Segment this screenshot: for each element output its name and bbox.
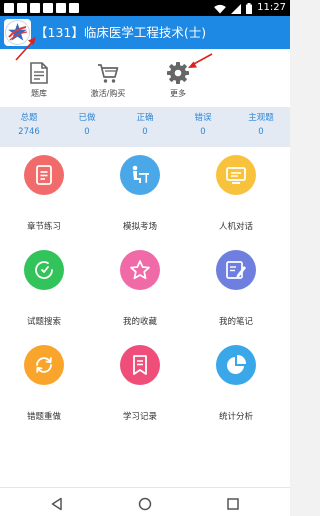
- app-logo-icon: [4, 19, 31, 46]
- mock-exam-button[interactable]: 模拟考场: [96, 147, 192, 242]
- feature-grid: 章节练习 模拟考场 人机对话 试题搜索 我的收藏 我的笔记 错题重做 学习记录 …: [0, 147, 290, 487]
- stat-subjective[interactable]: 主观题 0: [232, 112, 290, 139]
- redo-wrong-button[interactable]: 错题重做: [0, 337, 96, 432]
- back-icon[interactable]: [50, 496, 64, 515]
- question-search-button[interactable]: 试题搜索: [0, 242, 96, 337]
- grid-item-label: 章节练习: [26, 222, 61, 232]
- statistics-analysis-circle: [216, 345, 256, 385]
- grid-item-label: 错题重做: [26, 412, 61, 422]
- redo-icon: [36, 357, 52, 373]
- notification-icon: [56, 3, 66, 13]
- notification-icon: [43, 3, 53, 13]
- study-record-circle: [120, 345, 160, 385]
- recent-apps-icon[interactable]: [226, 496, 240, 515]
- activate-buy-button[interactable]: 激活/购买: [76, 49, 140, 107]
- stat-label: 主观题: [248, 113, 274, 123]
- notification-icon: [30, 3, 40, 13]
- document-icon: [36, 165, 52, 185]
- grid-item-label: 人机对话: [218, 222, 253, 232]
- star-icon: [130, 260, 150, 280]
- stat-value: 0: [200, 127, 206, 137]
- stat-value: 0: [142, 127, 148, 137]
- grid-item-label: 我的笔记: [218, 317, 253, 327]
- pie-chart-icon: [227, 354, 247, 374]
- stat-value: 0: [258, 127, 264, 137]
- grid-item-label: 统计分析: [218, 412, 253, 422]
- grid-item-label: 我的收藏: [122, 317, 157, 327]
- stat-label: 错误: [194, 113, 212, 123]
- stat-wrong[interactable]: 错误 0: [174, 112, 232, 139]
- man-machine-dialog-button[interactable]: 人机对话: [192, 147, 288, 242]
- bookmark-icon: [133, 355, 147, 375]
- wifi-icon: [214, 0, 226, 18]
- exam-desk-icon: [132, 165, 149, 183]
- battery-icon: [246, 0, 253, 18]
- question-bank-button[interactable]: 题库: [7, 49, 71, 107]
- my-favorites-circle: [120, 250, 160, 290]
- stat-label: 总题: [20, 113, 38, 123]
- question-bank-label: 题库: [31, 89, 47, 98]
- grid-item-label: 学习记录: [122, 412, 157, 422]
- notification-icon: [17, 3, 27, 13]
- notification-icon: [4, 3, 14, 13]
- document-icon: [27, 61, 51, 85]
- statistics-analysis-button[interactable]: 统计分析: [192, 337, 288, 432]
- study-record-button[interactable]: 学习记录: [96, 337, 192, 432]
- stat-value: 0: [84, 127, 90, 137]
- my-notes-circle: [216, 250, 256, 290]
- status-bar: 11:27: [0, 0, 290, 16]
- redo-wrong-circle: [24, 345, 64, 385]
- monitor-icon: [226, 167, 246, 184]
- stat-label: 正确: [136, 113, 154, 123]
- app-header: 【131】临床医学工程技术(士): [0, 16, 290, 49]
- chapter-practice-circle: [24, 155, 64, 195]
- signal-icon: [231, 0, 242, 18]
- more-label: 更多: [170, 89, 186, 98]
- home-icon[interactable]: [138, 496, 152, 515]
- mock-exam-circle: [120, 155, 160, 195]
- stat-total[interactable]: 总题 2746: [0, 112, 58, 139]
- question-search-circle: [24, 250, 64, 290]
- toolbar: 题库 激活/购买 更多: [0, 49, 290, 107]
- grid-item-label: 试题搜索: [26, 317, 61, 327]
- chapter-practice-button[interactable]: 章节练习: [0, 147, 96, 242]
- gear-icon: [166, 61, 190, 85]
- stat-done[interactable]: 已做 0: [58, 112, 116, 139]
- notification-icon: [69, 3, 79, 13]
- stats-bar: 总题 2746 已做 0 正确 0 错误 0 主观题 0: [0, 107, 290, 147]
- my-favorites-button[interactable]: 我的收藏: [96, 242, 192, 337]
- search-icon: [35, 261, 53, 279]
- stat-correct[interactable]: 正确 0: [116, 112, 174, 139]
- my-notes-button[interactable]: 我的笔记: [192, 242, 288, 337]
- activate-buy-label: 激活/购买: [90, 89, 126, 98]
- cart-icon: [96, 61, 120, 85]
- status-time: 11:27: [257, 2, 286, 13]
- grid-item-label: 模拟考场: [122, 222, 157, 232]
- stat-label: 已做: [78, 113, 96, 123]
- note-edit-icon: [226, 261, 246, 279]
- navigation-bar: [0, 487, 290, 516]
- page-title: 【131】临床医学工程技术(士): [35, 25, 207, 40]
- stat-value: 2746: [18, 127, 40, 137]
- man-machine-dialog-circle: [216, 155, 256, 195]
- more-button[interactable]: 更多: [146, 49, 210, 107]
